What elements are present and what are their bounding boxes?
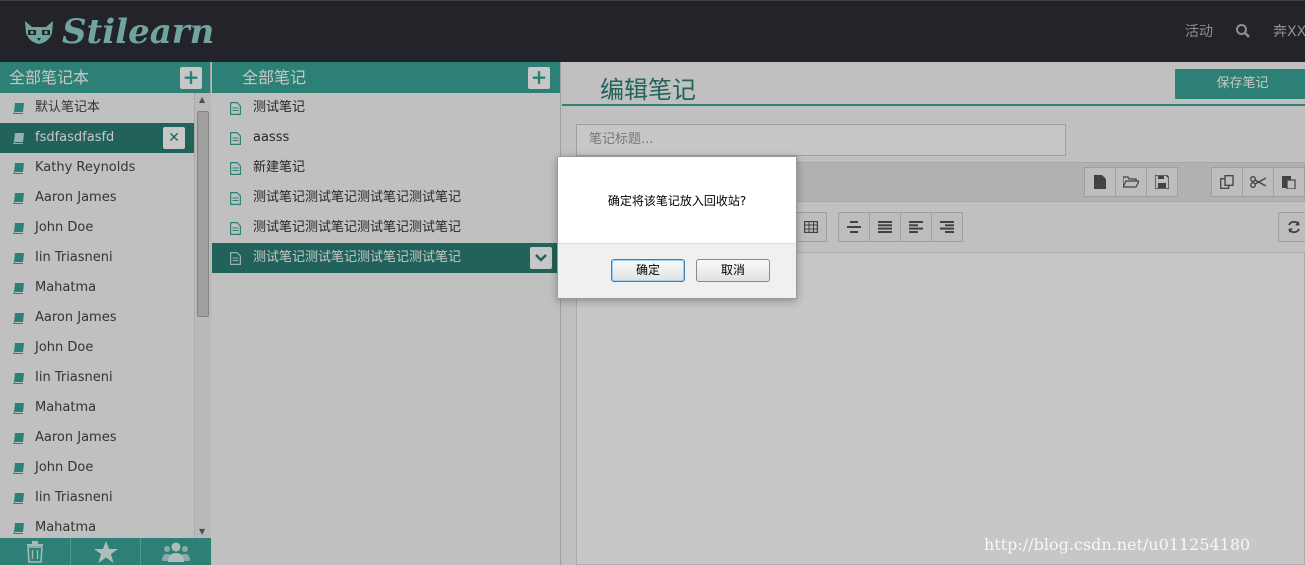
watermark: http://blog.csdn.net/u011254180 <box>984 535 1251 554</box>
confirm-dialog: 确定将该笔记放入回收站? 确定 取消 <box>557 156 797 299</box>
dialog-message: 确定将该笔记放入回收站? <box>607 193 747 208</box>
confirm-cancel-button[interactable]: 取消 <box>696 259 770 282</box>
dialog-footer: 确定 取消 <box>558 243 796 298</box>
confirm-ok-button[interactable]: 确定 <box>611 259 685 282</box>
